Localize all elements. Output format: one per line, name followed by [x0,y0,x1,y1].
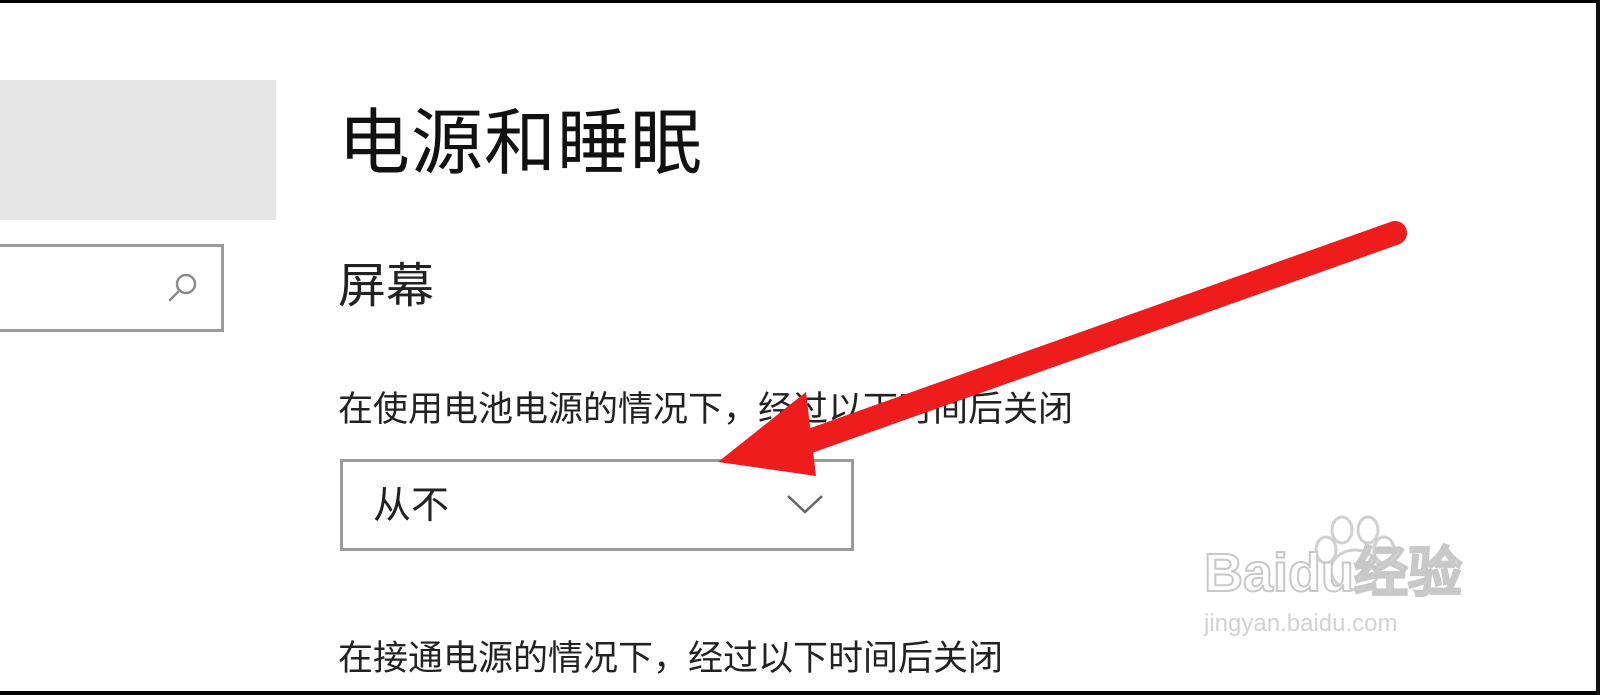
battery-screen-off-label: 在使用电池电源的情况下，经过以下时间后关闭 [338,390,1074,430]
search-input[interactable] [0,244,224,332]
settings-window: 电源和睡眠 屏幕 在使用电池电源的情况下，经过以下时间后关闭 从不 在接通电源的… [0,3,1596,691]
sidebar-home-block[interactable] [0,80,276,220]
dropdown-selected-value: 从不 [373,483,450,527]
chevron-down-icon [787,495,823,514]
page-title: 电源和睡眠 [338,101,704,185]
section-title-screen: 屏幕 [338,258,435,314]
battery-screen-off-dropdown[interactable]: 从不 [340,459,854,551]
window-right-edge [1596,0,1600,695]
search-icon[interactable] [165,271,201,307]
plugged-screen-off-label: 在接通电源的情况下，经过以下时间后关闭 [338,639,1004,679]
